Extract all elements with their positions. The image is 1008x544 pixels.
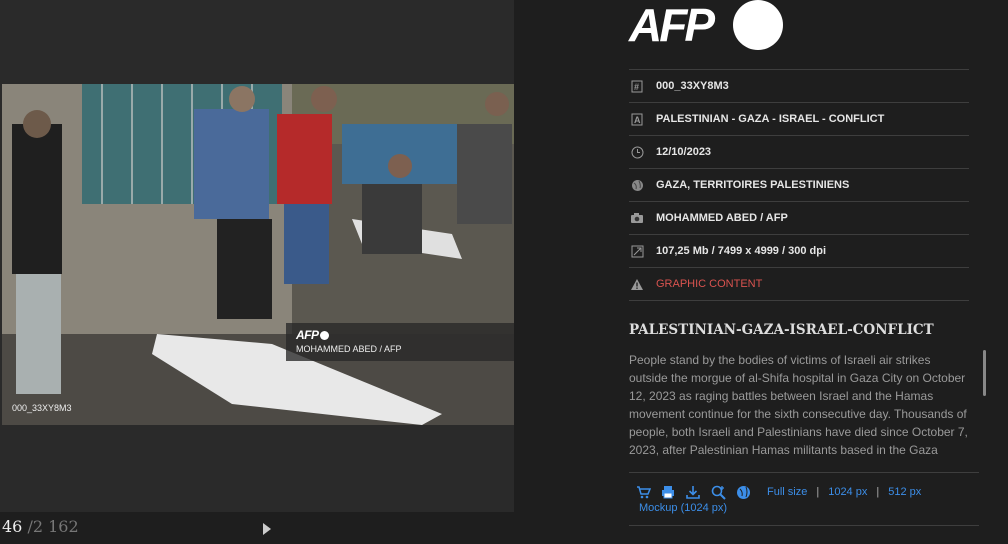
meta-text: GAZA, TERRITOIRES PALESTINIENS xyxy=(656,179,850,191)
news-photo[interactable]: AFP MOHAMMED ABED / AFP 000_33XY8M3 xyxy=(2,84,514,425)
meta-row-date: 12/10/2023 xyxy=(629,135,969,168)
photo-credit-overlay: AFP MOHAMMED ABED / AFP xyxy=(286,323,514,361)
caption-scrollbar[interactable] xyxy=(983,350,986,396)
pager-total: /2 162 xyxy=(27,517,79,536)
size-links: Full size | 1024 px | 512 px xyxy=(767,486,921,498)
zoom-in-icon[interactable] xyxy=(710,484,726,500)
pager: 46 /2 162 xyxy=(2,517,79,536)
resize-icon xyxy=(630,244,644,258)
svg-text:A: A xyxy=(634,115,641,125)
full-size-link[interactable]: Full size xyxy=(767,486,807,498)
svg-text:#: # xyxy=(634,82,639,92)
download-icon[interactable] xyxy=(685,484,701,500)
meta-row-filesize: 107,25 Mb / 7499 x 4999 / 300 dpi xyxy=(629,234,969,267)
meta-text: 000_33XY8M3 xyxy=(656,80,729,92)
meta-text: 12/10/2023 xyxy=(656,146,712,158)
cart-icon[interactable] xyxy=(635,484,651,500)
print-icon[interactable] xyxy=(660,484,676,500)
meta-text: GRAPHIC CONTENT xyxy=(656,278,763,290)
pager-current: 46 xyxy=(2,517,23,536)
meta-row-title: A PALESTINIAN - GAZA - ISRAEL - CONFLICT xyxy=(629,102,969,135)
photo-credit: MOHAMMED ABED / AFP xyxy=(296,344,402,354)
meta-row-location: GAZA, TERRITOIRES PALESTINIENS xyxy=(629,168,969,201)
globe-icon xyxy=(630,178,644,192)
download-actions: Full size | 1024 px | 512 px Mockup (1024 px… xyxy=(629,472,979,526)
meta-row-id: # 000_33XY8M3 xyxy=(629,69,969,102)
meta-row-photographer: MOHAMMED ABED / AFP xyxy=(629,201,969,234)
warning-icon xyxy=(630,277,644,291)
photo-illustration xyxy=(2,84,514,425)
size-separator: | xyxy=(876,486,880,498)
meta-text: 107,25 Mb / 7499 x 4999 / 300 dpi xyxy=(656,245,826,257)
mockup-link[interactable]: Mockup (1024 px) xyxy=(639,502,727,514)
globe-icon[interactable] xyxy=(735,484,751,500)
camera-icon xyxy=(630,211,644,225)
metadata-list: # 000_33XY8M3 A PALESTINIAN - GAZA - ISR… xyxy=(629,69,969,301)
meta-row-warning: GRAPHIC CONTENT xyxy=(629,267,969,301)
image-viewer: AFP MOHAMMED ABED / AFP 000_33XY8M3 xyxy=(0,0,514,512)
meta-text: MOHAMMED ABED / AFP xyxy=(656,212,788,224)
size-separator: | xyxy=(816,486,820,498)
letter-a-icon: A xyxy=(630,112,644,126)
photo-id-label: 000_33XY8M3 xyxy=(12,403,72,413)
caption-title: PALESTINIAN-GAZA-ISRAEL-CONFLICT xyxy=(629,322,934,338)
clock-icon xyxy=(630,145,644,159)
caption-text: People stand by the bodies of victims of… xyxy=(629,353,968,457)
hash-icon: # xyxy=(630,79,644,93)
size-1024-link[interactable]: 1024 px xyxy=(828,486,867,498)
meta-text: PALESTINIAN - GAZA - ISRAEL - CONFLICT xyxy=(656,113,885,125)
afp-watermark-logo: AFP xyxy=(296,328,329,342)
next-arrow-icon[interactable] xyxy=(263,523,271,535)
action-icons xyxy=(635,484,751,500)
size-512-link[interactable]: 512 px xyxy=(888,486,921,498)
